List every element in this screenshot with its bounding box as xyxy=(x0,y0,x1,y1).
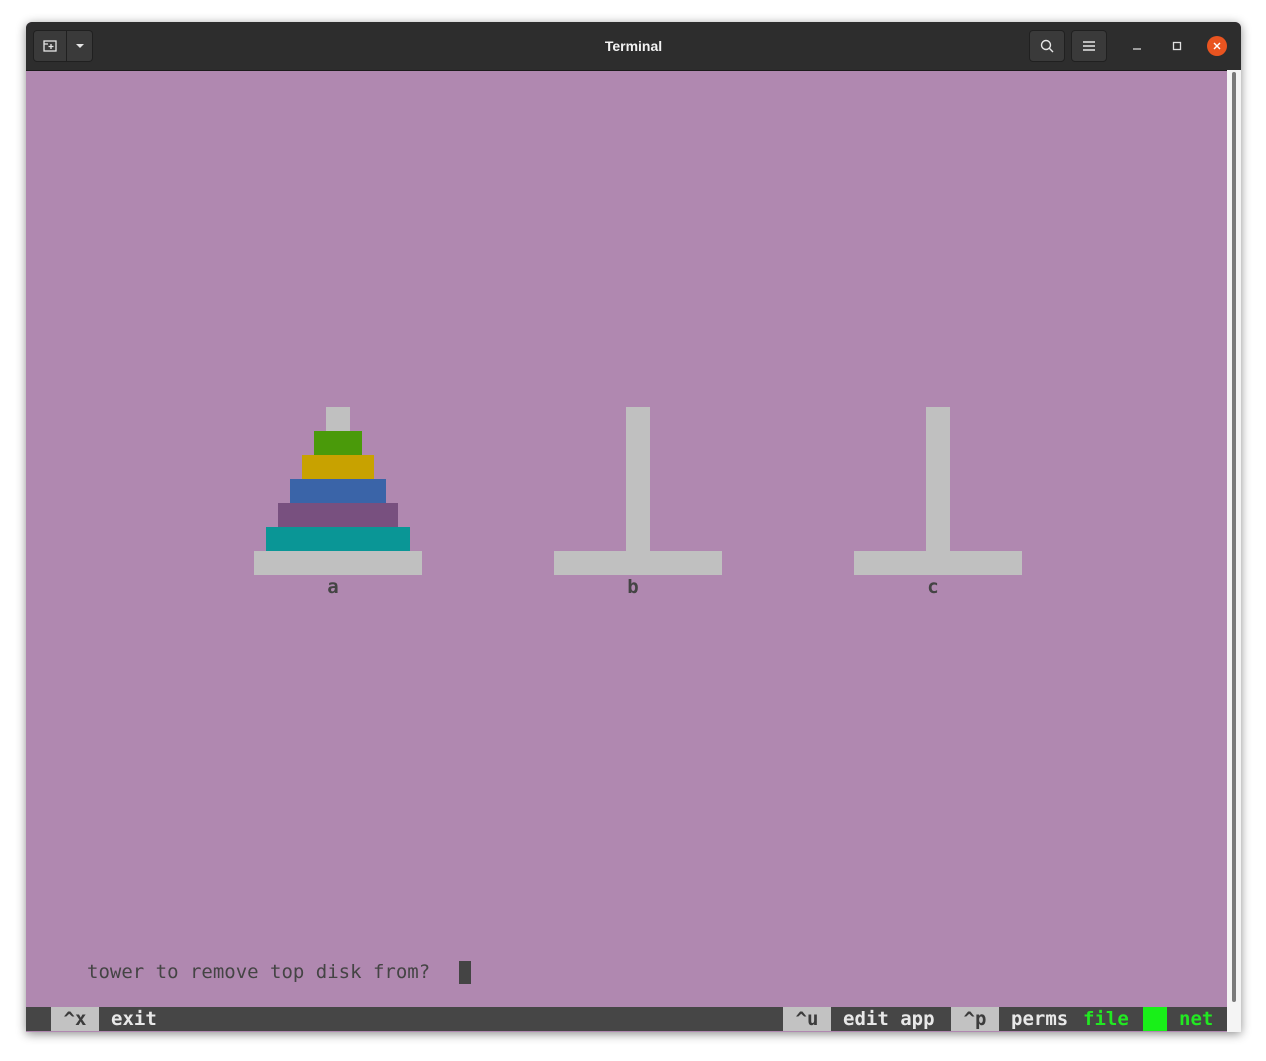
titlebar: Terminal xyxy=(26,22,1241,71)
chevron-down-icon xyxy=(75,44,84,48)
maximize-button[interactable] xyxy=(1167,36,1187,56)
shortcut-label-edit-app: edit app xyxy=(843,1008,935,1030)
new-tab-icon xyxy=(43,40,57,52)
tower-a-disk-1 xyxy=(314,431,362,455)
terminal-window: Terminal tower to remove top disk from? … xyxy=(26,22,1241,1032)
indicator-swatch xyxy=(1143,1007,1167,1031)
tower-a-disk-4 xyxy=(278,503,398,527)
menu-button[interactable] xyxy=(1071,30,1107,62)
shortcut-key-edit-app[interactable]: ^u xyxy=(783,1007,831,1031)
maximize-icon xyxy=(1172,41,1182,51)
new-tab-button[interactable] xyxy=(33,30,67,62)
shortcut-label-perms: perms xyxy=(1011,1008,1069,1030)
close-button[interactable] xyxy=(1207,36,1227,56)
tower-label-c: c xyxy=(927,576,939,598)
minimize-button[interactable] xyxy=(1127,36,1147,56)
tower-label-a: a xyxy=(327,576,339,598)
minimize-icon xyxy=(1133,48,1141,50)
new-tab-dropdown-button[interactable] xyxy=(67,30,93,62)
hamburger-menu-icon xyxy=(1083,41,1095,51)
tower-a-base xyxy=(254,551,422,575)
tower-a-disk-5 xyxy=(266,527,410,551)
tower-a-disk-2 xyxy=(302,455,374,479)
shortcut-key-exit[interactable]: ^x xyxy=(51,1007,99,1031)
search-icon xyxy=(1040,39,1054,53)
shortcut-key-perms[interactable]: ^p xyxy=(951,1007,999,1031)
tower-c-base xyxy=(854,551,1022,575)
tower-label-b: b xyxy=(627,576,639,598)
text-cursor xyxy=(459,961,471,984)
shortcut-label-exit: exit xyxy=(111,1008,157,1030)
status-bar: ^x exit ^u edit app ^p perms file net xyxy=(26,1007,1227,1031)
tower-c-rod xyxy=(926,407,950,551)
terminal-screen[interactable]: tower to remove top disk from? ^x exit ^… xyxy=(26,70,1227,1032)
tower-b-rod xyxy=(626,407,650,551)
scrollbar-thumb[interactable] xyxy=(1232,72,1236,1002)
search-button[interactable] xyxy=(1029,30,1065,62)
indicator-file: file xyxy=(1083,1008,1129,1030)
vertical-scrollbar[interactable] xyxy=(1227,70,1241,1032)
tower-b-base xyxy=(554,551,722,575)
indicator-net: net xyxy=(1179,1008,1214,1030)
close-icon xyxy=(1213,42,1221,50)
prompt-text: tower to remove top disk from? xyxy=(87,961,442,983)
tower-a-disk-3 xyxy=(290,479,386,503)
